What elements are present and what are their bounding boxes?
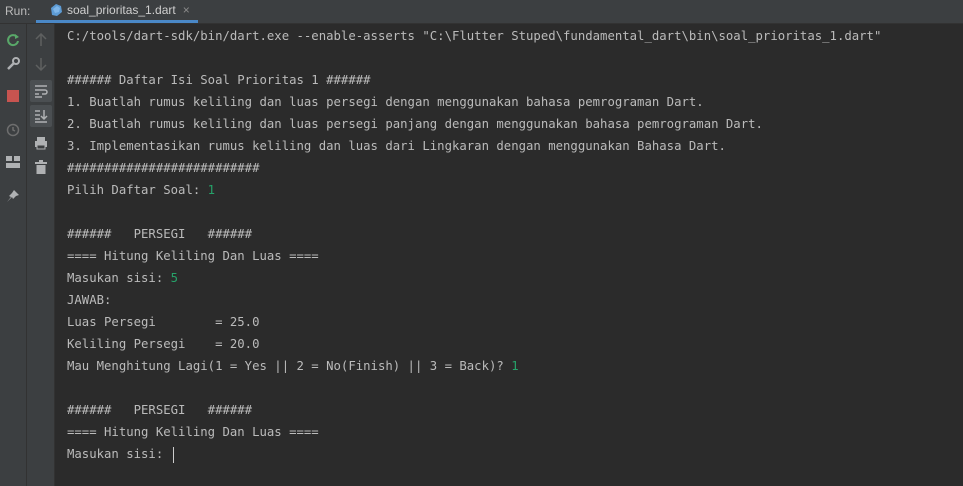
soft-wrap-icon[interactable] bbox=[30, 80, 52, 102]
sisi-line-2[interactable]: Masukan sisi: bbox=[67, 443, 174, 465]
menu-item-2: 2. Buatlah rumus keliling dan luas perse… bbox=[67, 117, 763, 131]
sisi-line: Masukan sisi: 5 bbox=[67, 267, 178, 289]
menu-separator: ########################## bbox=[67, 161, 260, 175]
rerun-icon[interactable] bbox=[3, 30, 23, 50]
stop-icon[interactable] bbox=[3, 86, 23, 106]
keliling-result: Keliling Persegi = 20.0 bbox=[67, 337, 260, 351]
jawab-label: JAWAB: bbox=[67, 293, 112, 307]
run-label: Run: bbox=[5, 4, 31, 18]
sisi-prompt: Masukan sisi: bbox=[67, 271, 171, 285]
luas-result: Luas Persegi = 25.0 bbox=[67, 315, 260, 329]
pin-icon[interactable] bbox=[3, 186, 23, 206]
command-line: C:/tools/dart-sdk/bin/dart.exe --enable-… bbox=[67, 29, 882, 43]
hitung-header-2: ==== Hitung Keliling Dan Luas ==== bbox=[67, 425, 319, 439]
choose-prompt: Pilih Daftar Soal: bbox=[67, 183, 208, 197]
text-cursor[interactable] bbox=[172, 446, 174, 463]
up-arrow-icon[interactable] bbox=[31, 30, 51, 50]
run-actions-toolbar bbox=[0, 24, 27, 486]
run-tab-label: soal_prioritas_1.dart bbox=[67, 3, 176, 17]
choose-line: Pilih Daftar Soal: 1 bbox=[67, 179, 215, 201]
run-toolwindow-header: Run: soal_prioritas_1.dart × bbox=[0, 0, 963, 24]
persegi-header: ###### PERSEGI ###### bbox=[67, 227, 253, 241]
close-icon[interactable]: × bbox=[183, 3, 190, 17]
run-tab[interactable]: soal_prioritas_1.dart × bbox=[36, 0, 198, 23]
console-output[interactable]: C:/tools/dart-sdk/bin/dart.exe --enable-… bbox=[56, 24, 963, 486]
scroll-to-end-icon[interactable] bbox=[30, 105, 52, 127]
again-line: Mau Menghitung Lagi(1 = Yes || 2 = No(Fi… bbox=[67, 355, 519, 377]
again-prompt: Mau Menghitung Lagi(1 = Yes || 2 = No(Fi… bbox=[67, 359, 512, 373]
clock-icon[interactable] bbox=[3, 120, 23, 140]
dart-file-icon bbox=[51, 4, 62, 16]
sisi-prompt-2: Masukan sisi: bbox=[67, 447, 171, 461]
menu-item-3: 3. Implementasikan rumus keliling dan lu… bbox=[67, 139, 726, 153]
hitung-header: ==== Hitung Keliling Dan Luas ==== bbox=[67, 249, 319, 263]
print-icon[interactable] bbox=[31, 133, 51, 153]
persegi-header-2: ###### PERSEGI ###### bbox=[67, 403, 253, 417]
layout-icon[interactable] bbox=[3, 152, 23, 172]
down-arrow-icon[interactable] bbox=[31, 54, 51, 74]
trash-icon[interactable] bbox=[31, 157, 51, 177]
choose-input: 1 bbox=[207, 183, 216, 197]
menu-item-1: 1. Buatlah rumus keliling dan luas perse… bbox=[67, 95, 704, 109]
console-actions-toolbar bbox=[27, 24, 55, 486]
sisi-input: 5 bbox=[170, 271, 179, 285]
again-input: 1 bbox=[511, 359, 519, 373]
menu-header: ###### Daftar Isi Soal Prioritas 1 #####… bbox=[67, 73, 371, 87]
settings-wrench-icon[interactable] bbox=[3, 54, 23, 74]
